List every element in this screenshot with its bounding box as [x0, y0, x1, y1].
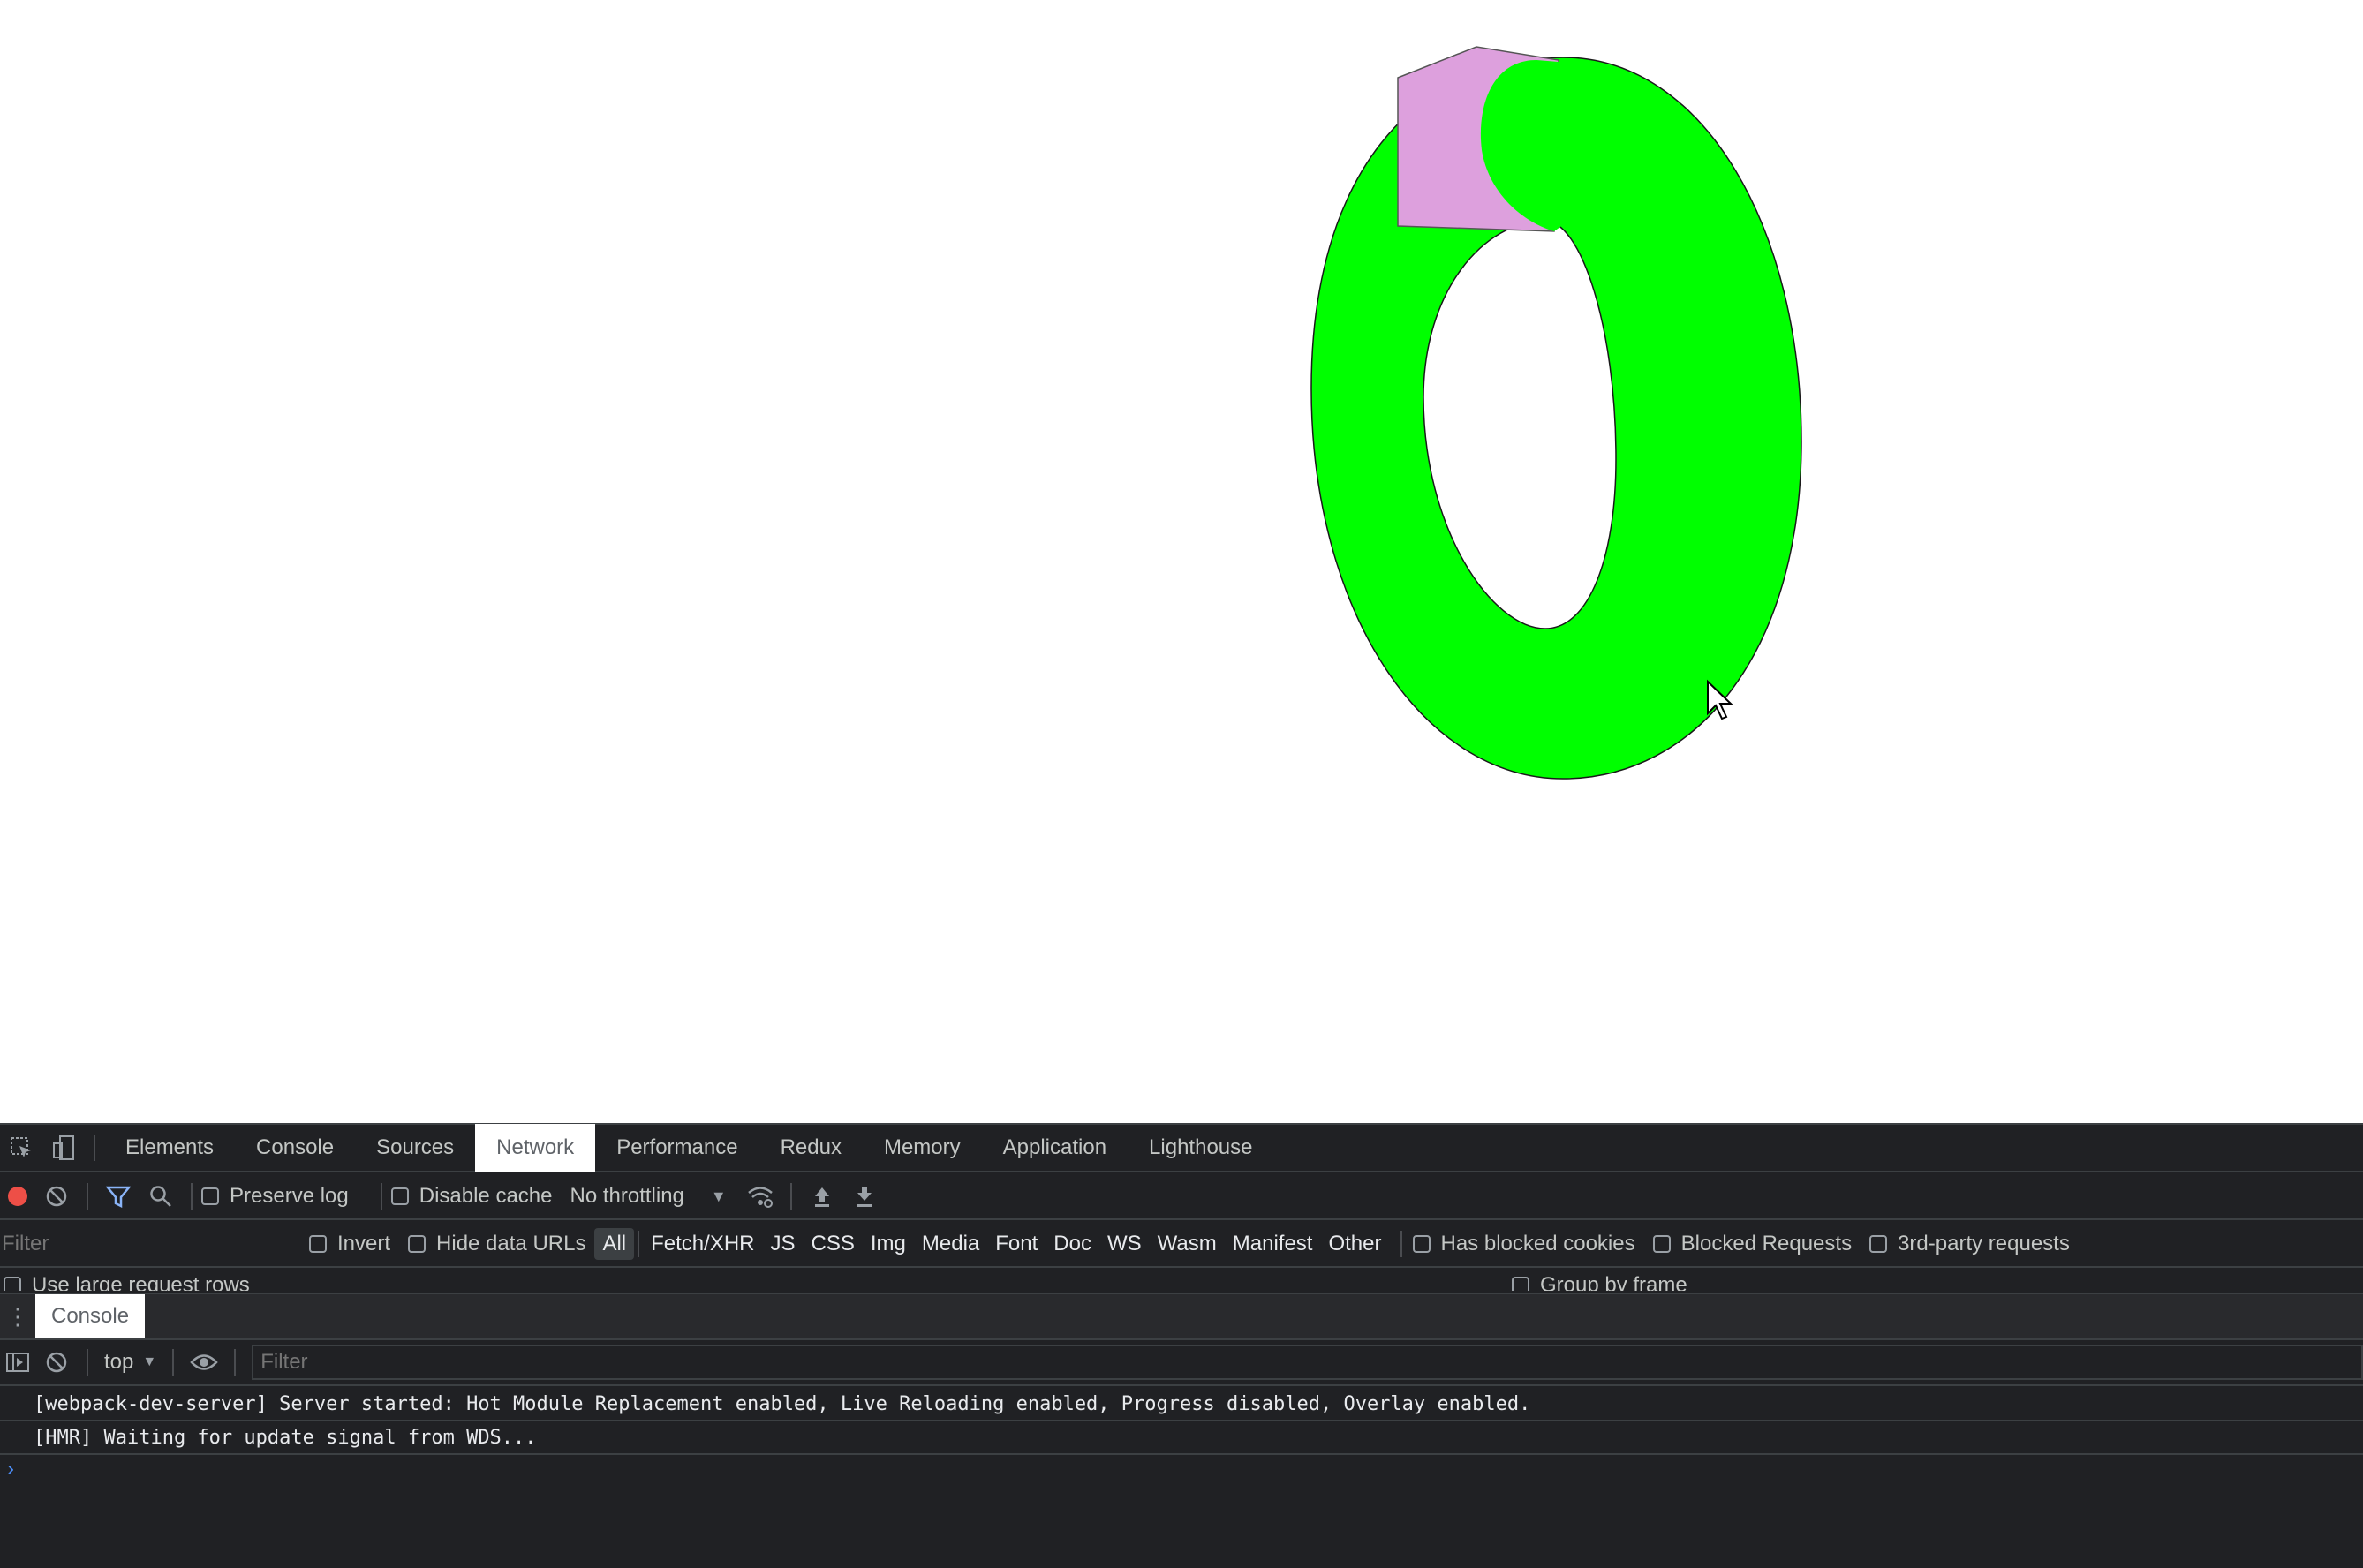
- record-icon[interactable]: [0, 1175, 35, 1217]
- third-party-requests-checkbox[interactable]: 3rd-party requests: [1869, 1232, 2070, 1256]
- separator: [638, 1231, 640, 1257]
- page-viewport: [0, 0, 2363, 1123]
- filter-type-js[interactable]: JS: [763, 1228, 804, 1260]
- has-blocked-cookies-label: Has blocked cookies: [1440, 1232, 1635, 1255]
- filter-type-font[interactable]: Font: [987, 1228, 1046, 1260]
- tab-performance[interactable]: Performance: [595, 1124, 759, 1172]
- devtools-panel: Elements Console Sources Network Perform…: [0, 1123, 2363, 1568]
- device-toolbar-icon[interactable]: [42, 1127, 85, 1169]
- network-conditions-icon[interactable]: [739, 1175, 781, 1217]
- checkbox-box[interactable]: [1869, 1235, 1888, 1253]
- filter-type-doc[interactable]: Doc: [1046, 1228, 1099, 1260]
- invert-label: Invert: [337, 1232, 391, 1255]
- filter-type-ws[interactable]: WS: [1099, 1228, 1150, 1260]
- drawer-tab-bar: ⋮ Console: [0, 1293, 2363, 1340]
- has-blocked-cookies-checkbox[interactable]: Has blocked cookies: [1412, 1232, 1635, 1256]
- separator: [172, 1349, 175, 1376]
- throttling-select[interactable]: No throttling ▼: [570, 1184, 726, 1209]
- tab-lighthouse[interactable]: Lighthouse: [1128, 1124, 1273, 1172]
- large-rows-checkbox[interactable]: Use large request rows: [4, 1273, 250, 1291]
- preserve-log-checkbox[interactable]: Preserve log: [201, 1184, 349, 1209]
- dropdown-arrow-icon: ▼: [142, 1354, 157, 1369]
- sidebar-toggle-icon[interactable]: [0, 1341, 35, 1383]
- dropdown-arrow-icon: ▼: [710, 1187, 727, 1205]
- checkbox-box[interactable]: [1412, 1235, 1431, 1253]
- separator: [191, 1183, 193, 1210]
- separator: [1400, 1231, 1402, 1257]
- network-filter-input[interactable]: [0, 1226, 286, 1262]
- checkbox-box[interactable]: [1512, 1277, 1529, 1291]
- tab-memory[interactable]: Memory: [863, 1124, 982, 1172]
- tab-network[interactable]: Network: [475, 1124, 596, 1172]
- clear-icon[interactable]: [35, 1175, 78, 1217]
- tab-elements[interactable]: Elements: [104, 1124, 235, 1172]
- devtools-tab-bar: Elements Console Sources Network Perform…: [0, 1124, 2363, 1172]
- separator: [87, 1349, 88, 1376]
- drawer-tab-console[interactable]: Console: [35, 1294, 146, 1338]
- filter-type-wasm[interactable]: Wasm: [1150, 1228, 1225, 1260]
- filter-type-other[interactable]: Other: [1320, 1228, 1389, 1260]
- checkbox-box[interactable]: [1652, 1235, 1671, 1253]
- context-value: top: [104, 1350, 134, 1374]
- group-by-frame-label: Group by frame: [1540, 1273, 1687, 1291]
- network-toolbar: Preserve log Disable cache No throttling…: [0, 1174, 2363, 1220]
- large-rows-label: Use large request rows: [32, 1273, 250, 1291]
- hide-data-urls-checkbox[interactable]: Hide data URLs: [408, 1232, 585, 1256]
- console-message: [HMR] Waiting for update signal from WDS…: [0, 1421, 2363, 1455]
- network-filter-row: Invert Hide data URLs All Fetch/XHR JS C…: [0, 1222, 2363, 1268]
- blocked-requests-label: Blocked Requests: [1680, 1232, 1853, 1255]
- drawer-menu-icon[interactable]: ⋮: [0, 1294, 35, 1338]
- checkbox-box[interactable]: [201, 1187, 219, 1205]
- blocked-requests-checkbox[interactable]: Blocked Requests: [1652, 1232, 1853, 1256]
- filter-type-fetch-xhr[interactable]: Fetch/XHR: [643, 1228, 762, 1260]
- console-toolbar: top ▼: [0, 1340, 2363, 1386]
- console-prompt[interactable]: ›: [7, 1457, 14, 1481]
- separator: [789, 1183, 792, 1210]
- scene-canvas[interactable]: [0, 0, 2363, 1123]
- filter-type-all[interactable]: All: [594, 1228, 635, 1260]
- separator: [234, 1349, 237, 1376]
- disable-cache-checkbox[interactable]: Disable cache: [390, 1184, 553, 1209]
- tab-sources[interactable]: Sources: [355, 1124, 475, 1172]
- filter-type-css[interactable]: CSS: [804, 1228, 863, 1260]
- import-har-icon[interactable]: [801, 1175, 843, 1217]
- filter-type-img[interactable]: Img: [863, 1228, 914, 1260]
- network-settings-row: Use large request rows Group by frame: [0, 1268, 2363, 1291]
- filter-type-media[interactable]: Media: [914, 1228, 987, 1260]
- live-expression-eye-icon[interactable]: [183, 1341, 225, 1383]
- checkbox-box[interactable]: [4, 1277, 21, 1291]
- group-by-frame-checkbox[interactable]: Group by frame: [1512, 1273, 1687, 1291]
- throttling-value: No throttling: [570, 1184, 684, 1208]
- disable-cache-label: Disable cache: [419, 1184, 553, 1208]
- console-filter-input[interactable]: [252, 1345, 2363, 1380]
- clear-console-icon[interactable]: [35, 1341, 78, 1383]
- preserve-log-label: Preserve log: [230, 1184, 349, 1208]
- filter-icon[interactable]: [97, 1175, 140, 1217]
- tab-redux[interactable]: Redux: [759, 1124, 863, 1172]
- invert-checkbox[interactable]: Invert: [309, 1232, 390, 1256]
- console-message: [webpack-dev-server] Server started: Hot…: [0, 1388, 2363, 1421]
- context-select[interactable]: top ▼: [97, 1350, 163, 1375]
- tab-console[interactable]: Console: [235, 1124, 355, 1172]
- inspect-icon[interactable]: [0, 1127, 42, 1169]
- filter-type-manifest[interactable]: Manifest: [1225, 1228, 1321, 1260]
- checkbox-box[interactable]: [309, 1235, 327, 1253]
- separator: [94, 1135, 95, 1161]
- separator: [380, 1183, 382, 1210]
- checkbox-box[interactable]: [390, 1187, 409, 1205]
- third-party-requests-label: 3rd-party requests: [1898, 1232, 2070, 1255]
- checkbox-box[interactable]: [408, 1235, 427, 1253]
- tab-application[interactable]: Application: [982, 1124, 1128, 1172]
- search-icon[interactable]: [140, 1175, 182, 1217]
- export-har-icon[interactable]: [843, 1175, 886, 1217]
- hide-data-urls-label: Hide data URLs: [436, 1232, 586, 1255]
- separator: [87, 1183, 88, 1210]
